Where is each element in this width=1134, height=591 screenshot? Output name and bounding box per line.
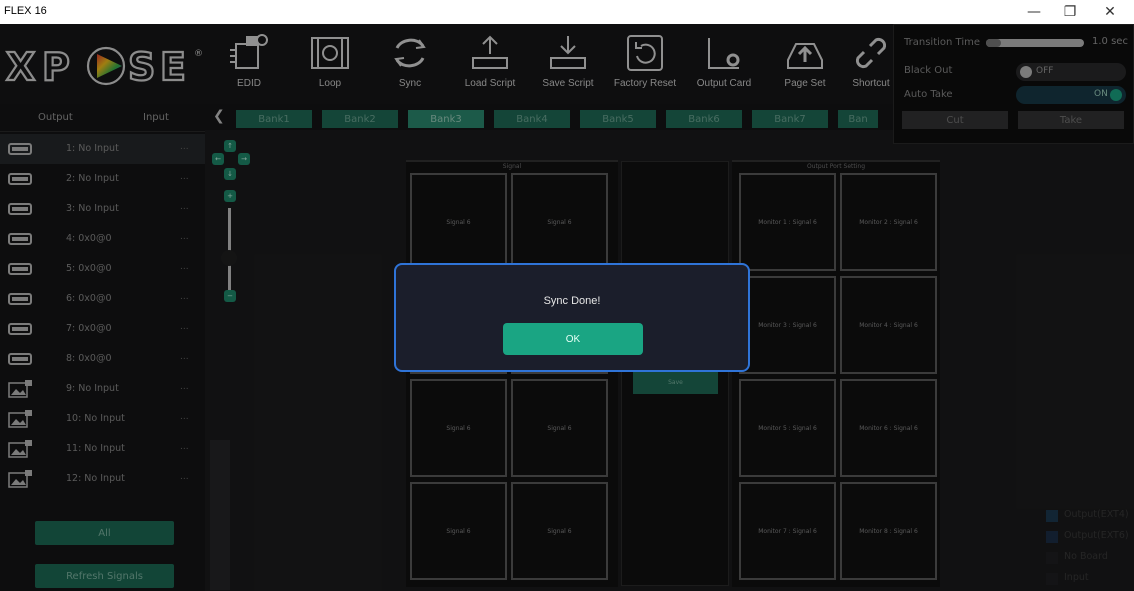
sync-done-dialog: Sync Done! OK: [394, 263, 750, 372]
ok-button[interactable]: OK: [503, 323, 643, 355]
restore-button[interactable]: ❐: [1050, 0, 1090, 24]
close-button[interactable]: ✕: [1090, 0, 1130, 24]
app-title: FLEX 16: [4, 5, 47, 17]
title-bar: FLEX 16 — ❐ ✕: [0, 0, 1134, 24]
minimize-button[interactable]: —: [1014, 0, 1054, 24]
dialog-message: Sync Done!: [543, 295, 601, 307]
